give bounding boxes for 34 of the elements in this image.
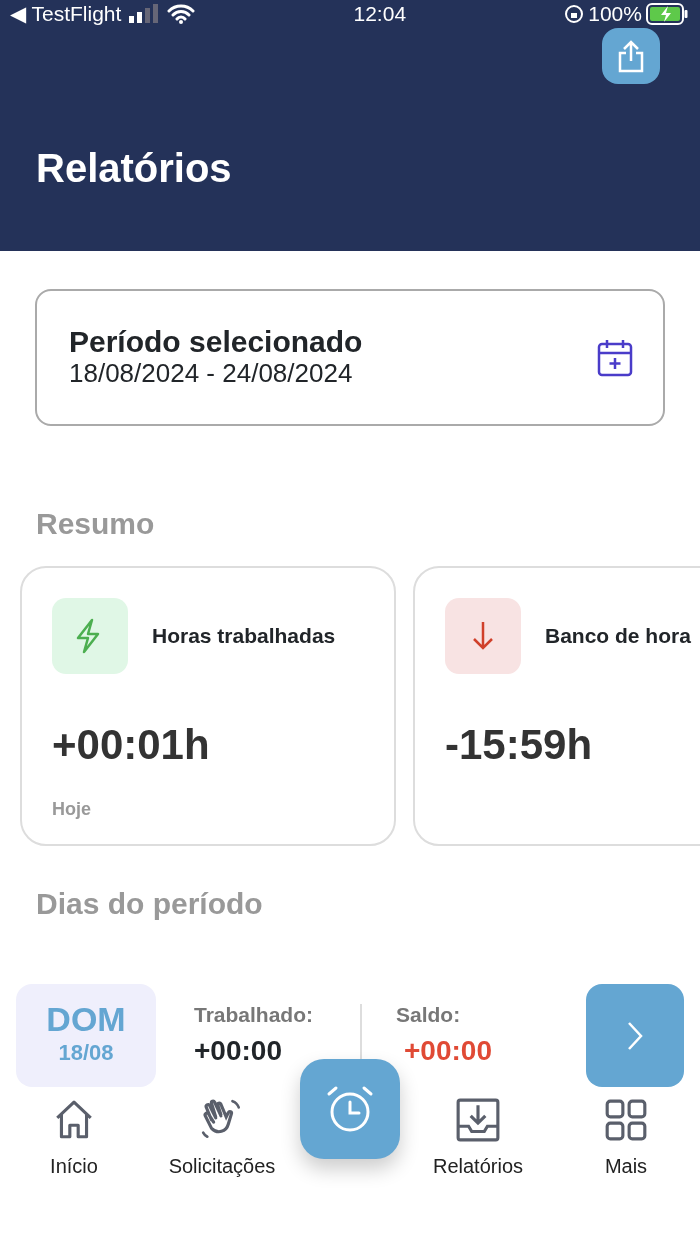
- day-date: 18/08: [58, 1039, 114, 1067]
- section-heading: Dias do período: [36, 886, 264, 922]
- section-heading: Resumo: [36, 506, 156, 542]
- download-tray-icon: [455, 1097, 501, 1143]
- tab-bar-item[interactable]: Mais: [556, 1089, 696, 1182]
- status-time: 12:04: [353, 1, 407, 28]
- worked-value: +00:00: [194, 1034, 283, 1069]
- battery-icon: [646, 3, 688, 25]
- next-button[interactable]: [586, 984, 684, 1087]
- tab-bar-item[interactable]: Relatórios: [408, 1089, 548, 1182]
- card-title: Banco de hora: [545, 623, 691, 650]
- weekday: DOM: [46, 1002, 126, 1036]
- tab-bar-item[interactable]: Início: [4, 1089, 144, 1182]
- share-button[interactable]: [602, 28, 660, 84]
- battery-level: 100%: [588, 1, 642, 28]
- balance-value: +00:00: [404, 1034, 493, 1069]
- card-caption: Hoje: [52, 798, 92, 821]
- tab-bar-item[interactable]: Solicitações: [152, 1089, 292, 1182]
- card-title: Horas trabalhadas: [152, 623, 336, 650]
- calendar-icon: [597, 338, 633, 377]
- signal-icon: [129, 4, 160, 24]
- page-title: Relatórios: [36, 147, 232, 188]
- clock-in-button[interactable]: [300, 1059, 400, 1159]
- period-card[interactable]: Período selecionado 18/08/2024 - 24/08/2024: [35, 289, 665, 426]
- grid-icon: [603, 1097, 649, 1143]
- period-title: Período selecionado: [69, 325, 363, 359]
- card-value: -15:59h: [445, 724, 594, 766]
- status-app-name[interactable]: ◀ TestFlight: [10, 0, 122, 30]
- rotation-lock-icon: [564, 4, 585, 24]
- period-range: 18/08/2024 - 24/08/2024: [69, 358, 354, 390]
- card-value: +00:01h: [52, 724, 211, 766]
- wifi-icon: [167, 4, 196, 24]
- worked-label: Trabalhado:: [194, 1001, 315, 1028]
- balance-label: Saldo:: [396, 1001, 462, 1028]
